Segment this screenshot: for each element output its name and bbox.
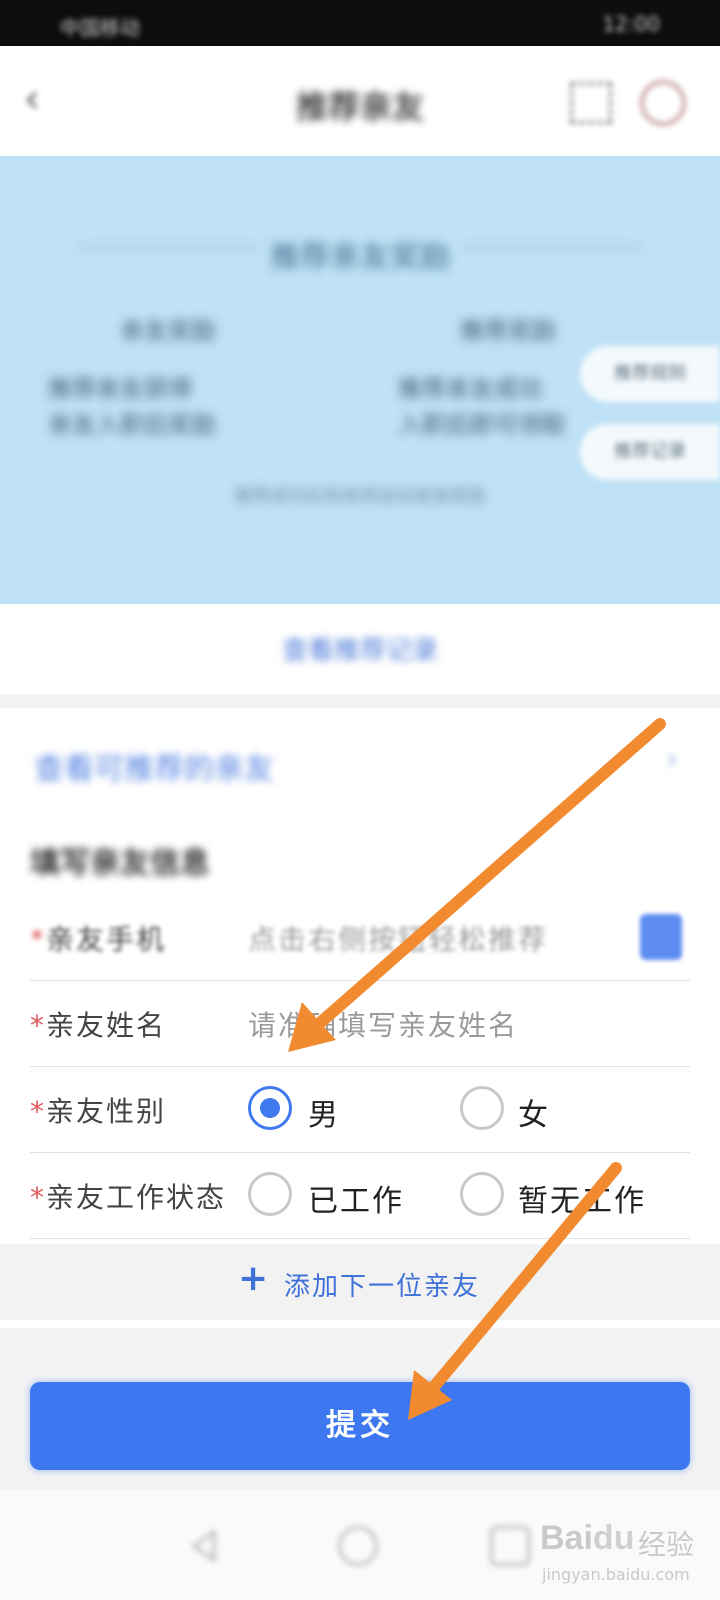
label-text: 亲友手机	[46, 923, 167, 956]
desc-line: 推荐亲友获得	[48, 375, 192, 403]
gender-row: *亲友性别 男 女	[30, 1066, 690, 1153]
watermark-cn: 经验	[638, 1528, 695, 1561]
chevron-right-icon[interactable]: ›	[666, 742, 678, 777]
baidu-jingyan-watermark: Baidu 经验 jingyan.baidu.com	[540, 1515, 720, 1595]
section-title: 填写亲友信息	[30, 846, 210, 881]
name-input[interactable]: 请准确填写亲友姓名	[248, 1004, 518, 1044]
work-status-label: *亲友工作状态	[30, 1176, 226, 1216]
gender-female-label[interactable]: 女	[518, 1090, 550, 1134]
banner-left-title: 亲友奖励	[120, 317, 216, 345]
banner-left-desc: 推荐亲友获得 亲友入职后奖励	[48, 371, 216, 443]
required-star: *	[30, 1181, 46, 1214]
records-pill-button[interactable]: 推荐记录	[580, 424, 720, 480]
label-text: 亲友工作状态	[46, 1181, 227, 1214]
desc-line: 入职后即可领取	[398, 411, 566, 439]
system-home-icon[interactable]	[338, 1526, 378, 1566]
rules-pill-button[interactable]: 推荐规则	[580, 346, 720, 402]
label-text: 亲友姓名	[46, 1009, 167, 1042]
name-label: *亲友姓名	[30, 1004, 166, 1044]
referral-form: 查看可推荐的亲友 › 填写亲友信息 *亲友手机 点击右侧按钮轻松推荐 *亲友姓名…	[0, 708, 720, 1328]
brand-text: du	[592, 1519, 635, 1557]
plus-icon: +	[238, 1258, 269, 1299]
unemployed-radio[interactable]	[460, 1172, 504, 1216]
banner-heading: 推荐亲友奖励	[270, 240, 450, 275]
employed-radio[interactable]	[248, 1172, 292, 1216]
watermark-brand: Baidu	[540, 1519, 634, 1558]
system-back-icon[interactable]	[186, 1526, 226, 1566]
phone-row: *亲友手机 点击右侧按钮轻松推荐	[30, 894, 690, 981]
phone-input[interactable]: 点击右侧按钮轻松推荐	[248, 918, 548, 958]
gender-female-radio[interactable]	[460, 1086, 504, 1130]
system-recents-icon[interactable]	[490, 1526, 530, 1566]
desc-line: 亲友入职后奖励	[48, 411, 216, 439]
watermark-url: jingyan.baidu.com	[542, 1565, 690, 1584]
page-title: 推荐亲友	[295, 88, 424, 126]
banner-right-title: 推荐奖励	[460, 317, 556, 345]
nav-bar: ‹ 推荐亲友	[0, 46, 720, 156]
required-star: *	[30, 923, 46, 956]
records-link[interactable]: 查看推荐记录	[0, 630, 720, 667]
name-row: *亲友姓名 请准确填写亲友姓名	[30, 980, 690, 1067]
clock-text: 12:00	[602, 12, 660, 36]
banner-right-desc: 推荐亲友成功 入职后即可领取	[398, 371, 566, 443]
label-text: 亲友性别	[46, 1095, 167, 1128]
promo-banner: 推荐亲友奖励 亲友奖励 推荐奖励 推荐亲友获得 亲友入职后奖励 推荐亲友成功 入…	[0, 156, 720, 604]
unemployed-label[interactable]: 暂无工作	[518, 1176, 646, 1220]
banner-note: 推荐成功后系统将自动发放奖励	[234, 486, 486, 507]
contacts-picker-button[interactable]	[640, 914, 682, 960]
carrier-text: 中国移动	[60, 16, 140, 40]
scan-icon[interactable]	[570, 82, 612, 124]
submit-button[interactable]: 提交	[30, 1382, 690, 1470]
gender-male-label[interactable]: 男	[308, 1090, 340, 1134]
recommend-friends-link[interactable]: 查看可推荐的亲友	[34, 744, 274, 788]
avatar[interactable]	[640, 80, 686, 126]
gender-male-radio[interactable]	[248, 1086, 292, 1130]
add-friend-label: 添加下一位亲友	[284, 1272, 481, 1302]
desc-line: 推荐亲友成功	[398, 375, 542, 403]
employed-label[interactable]: 已工作	[308, 1176, 404, 1220]
required-star: *	[30, 1009, 46, 1042]
brand-text: Bai	[540, 1519, 593, 1557]
status-bar: 中国移动 12:00	[0, 0, 720, 46]
records-link-row: 查看推荐记录	[0, 604, 720, 694]
required-star: *	[30, 1095, 46, 1128]
add-friend-button[interactable]: + 添加下一位亲友	[0, 1244, 720, 1320]
gender-label: *亲友性别	[30, 1090, 166, 1130]
work-status-row: *亲友工作状态 已工作 暂无工作	[30, 1152, 690, 1239]
phone-label: *亲友手机	[30, 918, 166, 958]
